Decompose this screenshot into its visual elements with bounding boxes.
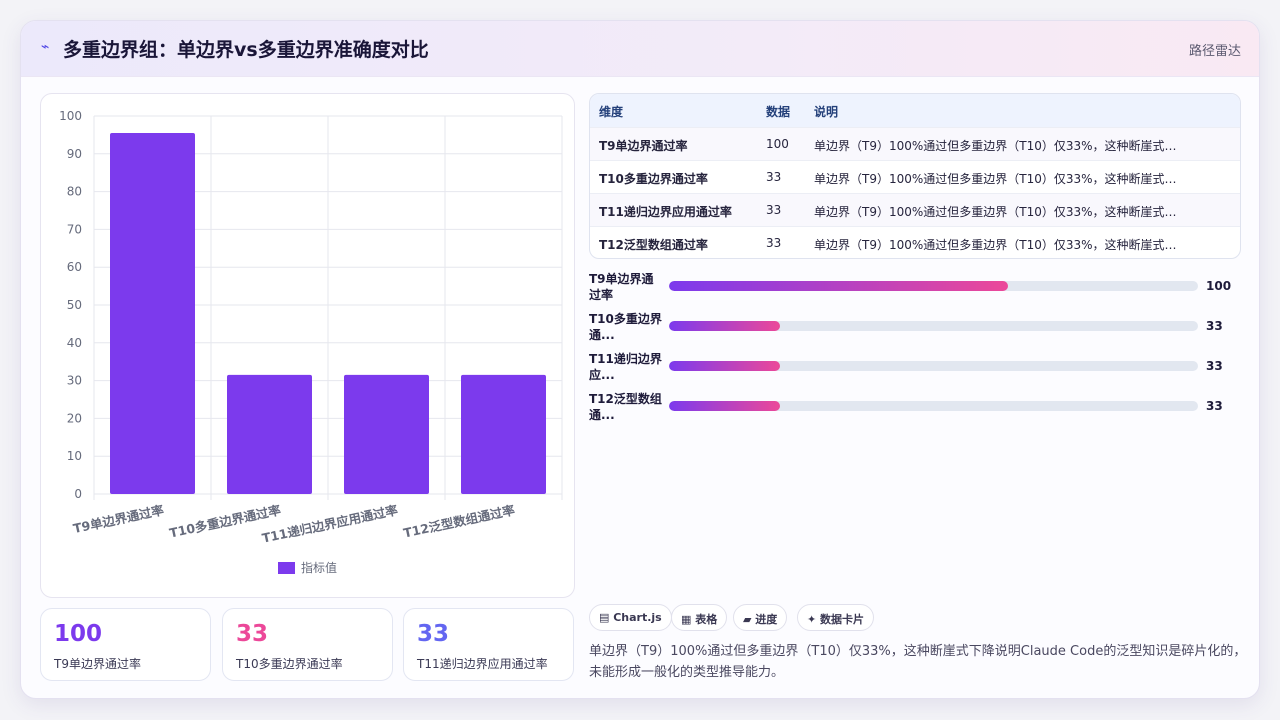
column-header: 数据	[766, 105, 791, 119]
progress-row: T9单边界通 过率 100	[589, 271, 1249, 305]
description: 单边界（T9）100%通过但多重边界（T10）仅33%，这种断崖式下降说明Cla…	[589, 644, 1247, 680]
tag-progress[interactable]: ▰ 进度	[733, 604, 788, 631]
table-cell: T10多重边界通过率	[599, 172, 708, 186]
progress-value: 33	[1206, 319, 1223, 333]
progress-track	[669, 281, 1198, 291]
table-cell: T11递归边界应用通过率	[599, 205, 732, 219]
progress-label: T10多重边界 通...	[589, 312, 662, 342]
table-cell: 100	[766, 137, 789, 151]
bar-chart: 0102030405060708090100T9单边界通过率 T10多重边界通过率…	[59, 109, 563, 575]
column-header: 说明	[814, 105, 839, 119]
data-table: 维度 数据 说明 T9单边界通过率 100 单边界（T9）100%通过但多重边界…	[589, 93, 1241, 259]
bar	[461, 374, 546, 494]
legend-swatch	[278, 562, 295, 574]
table-row: T11递归边界应用通过率 33 单边界（T9）100%通过但多重边界（T10）仅…	[590, 193, 1240, 226]
tag-chartjs[interactable]: ▤ Chart.js	[589, 604, 672, 631]
table-cell: T12泛型数组通过率	[599, 238, 708, 252]
table-cell: 单边界（T9）100%通过但多重边界（T10）仅33%，这种断崖式下...	[814, 238, 1184, 252]
kpi-label: T10多重边界通过率	[236, 657, 343, 671]
kpi-value: 33	[417, 621, 450, 647]
progress-fill	[669, 361, 781, 371]
progress-track	[669, 361, 1198, 371]
progress-label: T9单边界通 过率	[589, 272, 654, 302]
bar	[227, 374, 312, 494]
y-tick-label: 40	[67, 336, 82, 350]
table-row: T9单边界通过率 100 单边界（T9）100%通过但多重边界（T10）仅33%…	[590, 127, 1240, 160]
legend-label: 指标值	[301, 560, 337, 575]
progress-row: T10多重边界 通... 33	[589, 311, 1249, 345]
header: ⌁ 多重边界组：单边界vs多重边界准确度对比 路径雷达	[21, 21, 1259, 77]
x-tick-label: T12泛型数组通过率	[402, 502, 517, 540]
progress-value: 33	[1206, 359, 1223, 373]
kpi-label: T9单边界通过率	[54, 657, 141, 671]
progress-fill	[669, 321, 781, 331]
bar	[344, 374, 429, 494]
pulse-icon: ⌁	[41, 39, 50, 55]
y-tick-label: 0	[74, 487, 82, 501]
header-badge: 路径雷达	[1188, 44, 1241, 59]
table-cell: 单边界（T9）100%通过但多重边界（T10）仅33%，这种断崖式下...	[814, 139, 1184, 153]
y-tick-label: 50	[67, 298, 82, 312]
progress-fill	[669, 281, 1008, 291]
progress-track	[669, 401, 1198, 411]
y-tick-label: 90	[67, 147, 82, 161]
progress-row: T11递归边界 应... 33	[589, 351, 1249, 385]
table-cell: 单边界（T9）100%通过但多重边界（T10）仅33%，这种断崖式下...	[814, 172, 1184, 186]
progress-track	[669, 321, 1198, 331]
table-row: T10多重边界通过率 33 单边界（T9）100%通过但多重边界（T10）仅33…	[590, 160, 1240, 193]
x-tick-label: T9单边界通过率	[72, 502, 166, 536]
y-tick-label: 100	[59, 109, 82, 123]
kpi-card-t11: 33 T11递归边界应用通过率	[403, 608, 574, 681]
tag-table[interactable]: ▦ 表格	[671, 604, 728, 631]
table-row: T12泛型数组通过率 33 单边界（T9）100%通过但多重边界（T10）仅33…	[590, 226, 1240, 258]
y-tick-label: 30	[67, 374, 82, 388]
y-tick-label: 60	[67, 260, 82, 274]
table-cell: 33	[766, 236, 782, 250]
progress-row: T12泛型数组 通... 33	[589, 391, 1249, 425]
progress-label: T12泛型数组 通...	[589, 392, 662, 422]
tag-data-card[interactable]: ✦ 数据卡片	[797, 604, 875, 631]
table-header-row: 维度 数据 说明	[590, 94, 1240, 127]
kpi-value: 100	[54, 621, 103, 647]
progress-value: 33	[1206, 399, 1223, 413]
table-cell: 33	[766, 170, 782, 184]
y-tick-label: 10	[67, 449, 82, 463]
kpi-value: 33	[236, 621, 269, 647]
kpi-card-t10: 33 T10多重边界通过率	[222, 608, 393, 681]
dashboard-card: ⌁ 多重边界组：单边界vs多重边界准确度对比 路径雷达 0 10 20 30 40 50 6…	[20, 20, 1260, 699]
y-tick-label: 80	[67, 185, 82, 199]
progress-fill	[669, 401, 781, 411]
x-tick-label: T11递归边界应用通过率	[261, 502, 400, 546]
table-cell: 单边界（T9）100%通过但多重边界（T10）仅33%，这种断崖式下...	[814, 205, 1184, 219]
kpi-label: T11递归边界应用通过率	[417, 657, 548, 671]
progress-value: 100	[1206, 279, 1232, 293]
progress-label: T11递归边界 应...	[589, 352, 662, 382]
bar	[110, 133, 195, 494]
page-title: 多重边界组：单边界vs多重边界准确度对比	[63, 39, 429, 61]
y-tick-label: 70	[67, 222, 82, 236]
y-tick-label: 20	[67, 411, 82, 425]
column-header: 维度	[599, 105, 624, 119]
bar-chart-panel: 0 10 20 30 40 50 60 70 80 90 100 T9单边界通过率 T10多重边界通过率…	[40, 93, 575, 598]
table-cell: 33	[766, 203, 782, 217]
kpi-card-t9: 100 T9单边界通过率	[40, 608, 211, 681]
table-cell: T9单边界通过率	[599, 139, 688, 153]
